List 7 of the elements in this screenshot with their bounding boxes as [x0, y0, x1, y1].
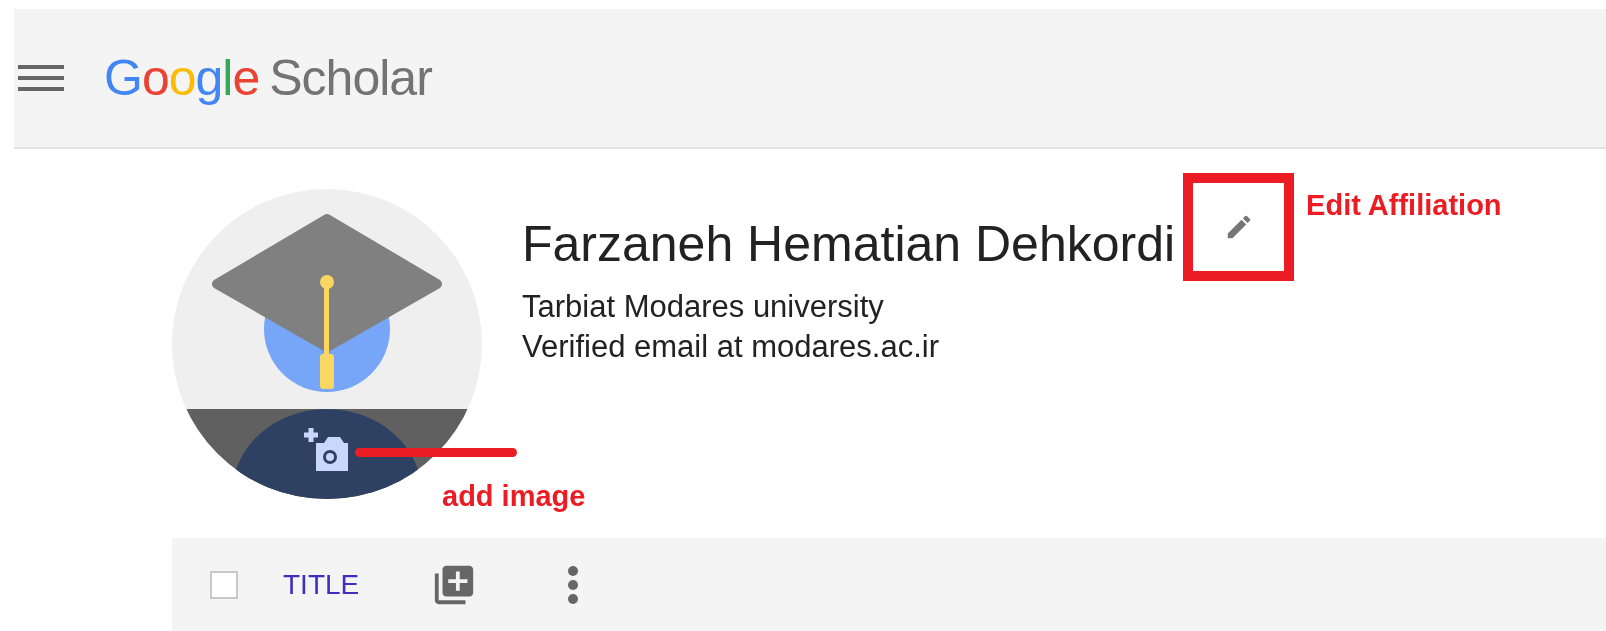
google-scholar-logo[interactable]: Google Scholar: [104, 49, 432, 107]
profile-affiliation: Tarbiat Modares university: [522, 289, 885, 325]
profile-name: Farzaneh Hematian Dehkordi: [522, 215, 1176, 273]
annotation-label: Edit Affiliation: [1306, 189, 1502, 222]
annotation-label: add image: [442, 480, 586, 513]
profile-email: Verified email at modares.ac.ir: [522, 329, 940, 365]
column-heading[interactable]: TITLE: [283, 568, 360, 601]
